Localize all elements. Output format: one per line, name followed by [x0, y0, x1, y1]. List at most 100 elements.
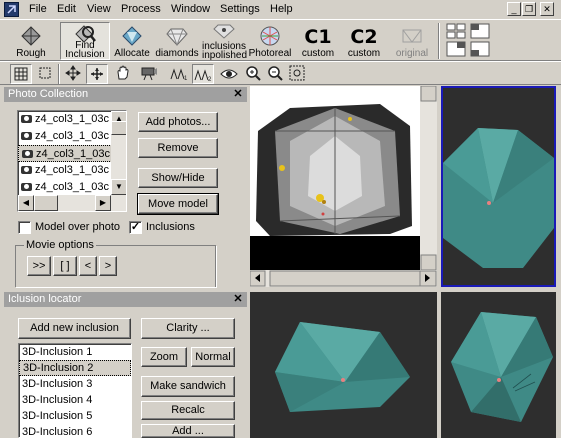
restore-button[interactable]: ❐ [522, 2, 536, 16]
inclusions-inpolished-button[interactable]: inclusions inpolished [202, 22, 247, 61]
menu-window[interactable]: Window [171, 3, 210, 15]
layout-2x2-icon[interactable] [446, 23, 466, 39]
menu-process[interactable]: Process [121, 3, 161, 15]
inclusions-label: Inclusions [146, 221, 195, 233]
c1-custom-button[interactable]: C1 custom [298, 22, 338, 60]
menu-help[interactable]: Help [270, 3, 293, 15]
photo-viewport[interactable] [249, 85, 437, 287]
show-hide-button[interactable]: Show/Hide [138, 168, 218, 188]
camera-icon [22, 150, 33, 158]
photo-collection-title: Photo Collection ✕ [4, 87, 247, 102]
allocate-button[interactable]: Allocate [112, 22, 152, 60]
minimize-button[interactable]: _ [507, 2, 521, 16]
select-icon[interactable] [34, 64, 56, 84]
list-item[interactable]: z4_col3_1_03c [18, 145, 126, 162]
view-toolbar: 1 2 [0, 61, 561, 85]
projector-icon[interactable] [138, 64, 160, 84]
close-icon[interactable]: ✕ [233, 87, 243, 102]
play-fast-button[interactable]: >> [27, 256, 51, 276]
list-item[interactable]: 3D-Inclusion 6 [19, 424, 131, 437]
zoom-fit-icon[interactable] [286, 64, 308, 84]
next-button[interactable]: > [99, 256, 117, 276]
list-item[interactable]: 3D-Inclusion 4 [19, 392, 131, 408]
toolbar-separator [438, 23, 440, 59]
stop-button[interactable]: [ ] [53, 256, 77, 276]
original-button[interactable]: original [392, 22, 432, 60]
scroll-thumb[interactable] [111, 121, 126, 135]
menu-bar: File Edit View Process Window Settings H… [0, 0, 561, 19]
layout-1x1-icon[interactable] [446, 41, 466, 57]
scroll-left-icon[interactable]: ◀ [18, 195, 34, 211]
recalc-button[interactable]: Recalc [141, 401, 235, 420]
teal-diamond-model [443, 128, 554, 268]
app-icon[interactable] [4, 2, 19, 17]
model-viewport-bottom-left[interactable] [250, 292, 437, 438]
teal-diamond-model [451, 312, 553, 422]
list-item[interactable]: 3D-Inclusion 1 [19, 344, 131, 360]
move-model-button[interactable]: Move model [137, 193, 219, 215]
move-model-icon[interactable] [86, 64, 108, 84]
model-over-photo-label: Model over photo [35, 221, 120, 233]
make-sandwich-button[interactable]: Make sandwich [141, 376, 235, 397]
c2-custom-button[interactable]: C2 custom [344, 22, 384, 60]
close-window-button[interactable]: ✕ [540, 2, 554, 16]
scroll-thumb[interactable] [34, 195, 58, 211]
move-icon[interactable] [62, 64, 84, 84]
scroll-down-icon[interactable]: ▼ [111, 179, 126, 195]
camera-icon [21, 115, 32, 123]
list-item[interactable]: z4_col3_1_03c [18, 179, 126, 196]
menu-settings[interactable]: Settings [220, 3, 260, 15]
inclusion-locator-panel: Iclusion locator ✕ [4, 292, 247, 307]
hand-pan-icon[interactable] [112, 64, 134, 84]
list-item[interactable]: z4_col3_1_03c [18, 128, 126, 145]
layout-left-icon[interactable] [470, 23, 490, 39]
add-photos-button[interactable]: Add photos... [138, 112, 218, 132]
clarity-button[interactable]: Clarity ... [141, 318, 235, 339]
model-viewport-top[interactable] [441, 86, 556, 287]
main-toolbar: Rough Find Inclusion Allocate diamonds i… [0, 19, 561, 61]
rough-button[interactable]: Rough [8, 22, 54, 60]
inclusion-list[interactable]: 3D-Inclusion 1 3D-Inclusion 2 3D-Inclusi… [18, 343, 132, 438]
previous-button[interactable]: < [79, 256, 97, 276]
menu-file[interactable]: File [29, 3, 47, 15]
diamond-icon [166, 28, 188, 46]
list-item[interactable]: 3D-Inclusion 5 [19, 408, 131, 424]
list-item[interactable]: z4_col3_1_03c [18, 162, 126, 179]
toolbar-separator [58, 64, 60, 84]
zoom-in-icon[interactable] [242, 64, 264, 84]
camera-icon [21, 183, 32, 191]
rough-diamond-photo [249, 85, 437, 287]
inclusions-checkbox[interactable]: ✓ [129, 221, 142, 234]
measure-1-icon[interactable]: 1 [168, 64, 190, 84]
add-new-inclusion-button[interactable]: Add new inclusion [18, 318, 131, 339]
remove-button[interactable]: Remove [138, 138, 218, 158]
measure-2-icon[interactable]: 2 [192, 64, 214, 84]
layout-bottom-icon[interactable] [470, 41, 490, 57]
eye-icon[interactable] [218, 64, 240, 84]
model-over-photo-checkbox[interactable] [18, 221, 31, 234]
movie-options-label: Movie options [24, 239, 96, 251]
close-icon[interactable]: ✕ [233, 292, 243, 307]
list-item[interactable]: 3D-Inclusion 3 [19, 376, 131, 392]
menu-edit[interactable]: Edit [57, 3, 76, 15]
normal-button[interactable]: Normal [191, 347, 235, 367]
vertical-scrollbar[interactable]: ▲ ▼ [111, 111, 126, 195]
camera-icon [21, 166, 32, 174]
add-more-button[interactable]: Add ... [141, 424, 235, 438]
photoreal-diamond-icon [260, 26, 280, 46]
grid-icon[interactable] [10, 64, 32, 84]
menu-view[interactable]: View [87, 3, 111, 15]
list-item[interactable]: 3D-Inclusion 2 [19, 360, 131, 376]
scroll-right-icon[interactable]: ▶ [95, 195, 111, 211]
horizontal-scrollbar[interactable]: ◀ ▶ [18, 195, 126, 211]
photoreal-button[interactable]: Photoreal [248, 22, 292, 60]
photo-list[interactable]: z4_col3_1_03c z4_col3_1_03c z4_col3_1_03… [17, 110, 127, 212]
zoom-out-icon[interactable] [264, 64, 286, 84]
diamonds-button[interactable]: diamonds [154, 22, 200, 60]
model-viewport-bottom-right[interactable] [441, 292, 556, 438]
allocate-diamond-icon [122, 26, 142, 46]
find-inclusion-button[interactable]: Find Inclusion [60, 22, 110, 60]
zoom-button[interactable]: Zoom [141, 347, 187, 367]
teal-diamond-model [275, 322, 410, 412]
list-item[interactable]: z4_col3_1_03c [18, 111, 126, 128]
